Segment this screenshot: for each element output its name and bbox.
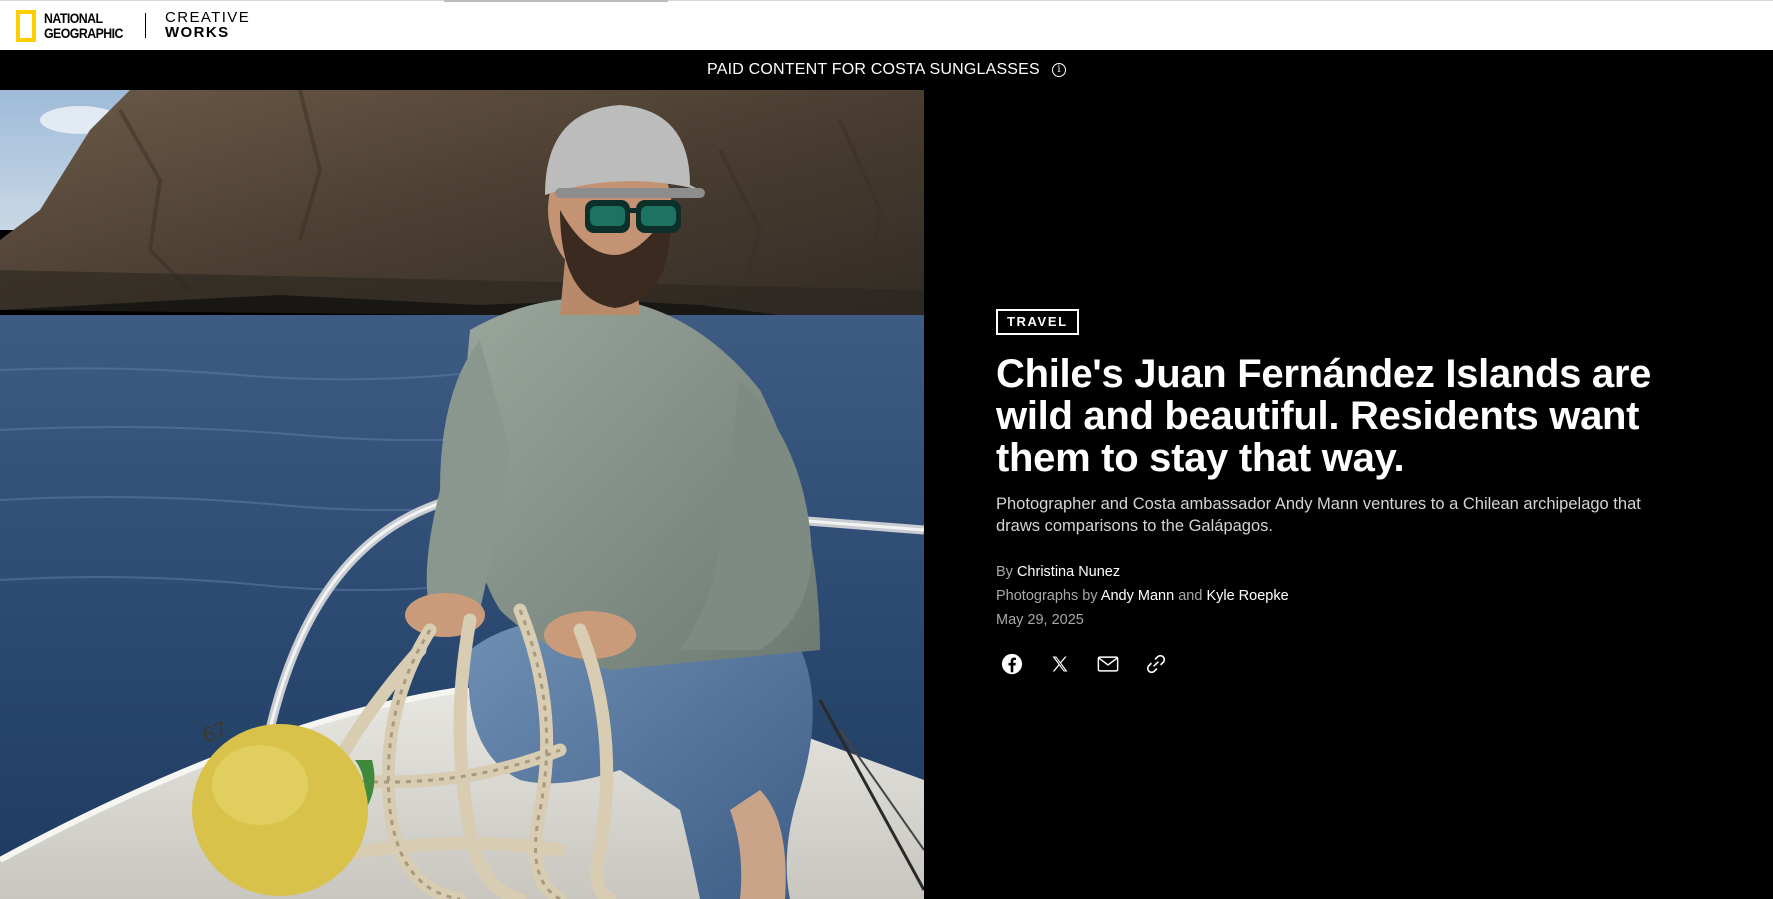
logo-line-1: NATIONAL bbox=[44, 9, 103, 26]
publish-date: May 29, 2025 bbox=[996, 612, 1084, 628]
photographer-link-2[interactable]: Kyle Roepke bbox=[1206, 588, 1288, 604]
photographer-link-1[interactable]: Andy Mann bbox=[1101, 588, 1174, 604]
share-buttons bbox=[998, 650, 1696, 678]
sponsor-bar: PAID CONTENT FOR COSTA SUNGLASSES i bbox=[0, 50, 1773, 90]
email-icon[interactable] bbox=[1094, 650, 1122, 678]
link-icon[interactable] bbox=[1142, 650, 1170, 678]
article-hero: TRAVEL Chile's Juan Fernández Islands ar… bbox=[996, 309, 1696, 678]
article-dek: Photographer and Costa ambassador Andy M… bbox=[996, 495, 1641, 535]
info-icon[interactable]: i bbox=[1051, 63, 1066, 77]
logo-line-2: GEOGRAPHIC bbox=[44, 24, 123, 41]
author-link[interactable]: Christina Nunez bbox=[1017, 564, 1120, 580]
paid-content-label: PAID CONTENT FOR COSTA SUNGLASSES bbox=[707, 61, 1040, 78]
site-header: NATIONAL GEOGRAPHIC CREATIVE WORKS bbox=[0, 0, 1773, 50]
page-load-progress bbox=[444, 0, 668, 2]
creative-works-line-2: WORKS bbox=[165, 24, 230, 41]
national-geographic-logo[interactable]: NATIONAL GEOGRAPHIC bbox=[16, 9, 134, 42]
hero-photo: 67 bbox=[0, 90, 924, 899]
author-line: By Christina Nunez bbox=[996, 560, 1696, 584]
logo-wordmark: NATIONAL GEOGRAPHIC bbox=[44, 9, 123, 41]
facebook-icon[interactable] bbox=[998, 650, 1026, 678]
x-icon[interactable] bbox=[1046, 650, 1074, 678]
creative-works-brand[interactable]: CREATIVE WORKS bbox=[165, 10, 250, 40]
logo-divider bbox=[145, 13, 146, 38]
hero-photo-illustration: 67 bbox=[0, 90, 924, 899]
byline-prefix: By bbox=[996, 564, 1013, 580]
creative-works-line-1: CREATIVE bbox=[165, 9, 251, 26]
photos-prefix: Photographs by bbox=[996, 588, 1098, 604]
byline-block: By Christina Nunez Photographs by Andy M… bbox=[996, 560, 1696, 632]
photos-joiner: and bbox=[1178, 588, 1203, 604]
photographer-line: Photographs by Andy Mann and Kyle Roepke bbox=[996, 584, 1696, 608]
article-headline: Chile's Juan Fernández Islands are wild … bbox=[996, 352, 1652, 480]
category-badge[interactable]: TRAVEL bbox=[996, 309, 1079, 335]
yellow-border-icon bbox=[16, 9, 36, 42]
